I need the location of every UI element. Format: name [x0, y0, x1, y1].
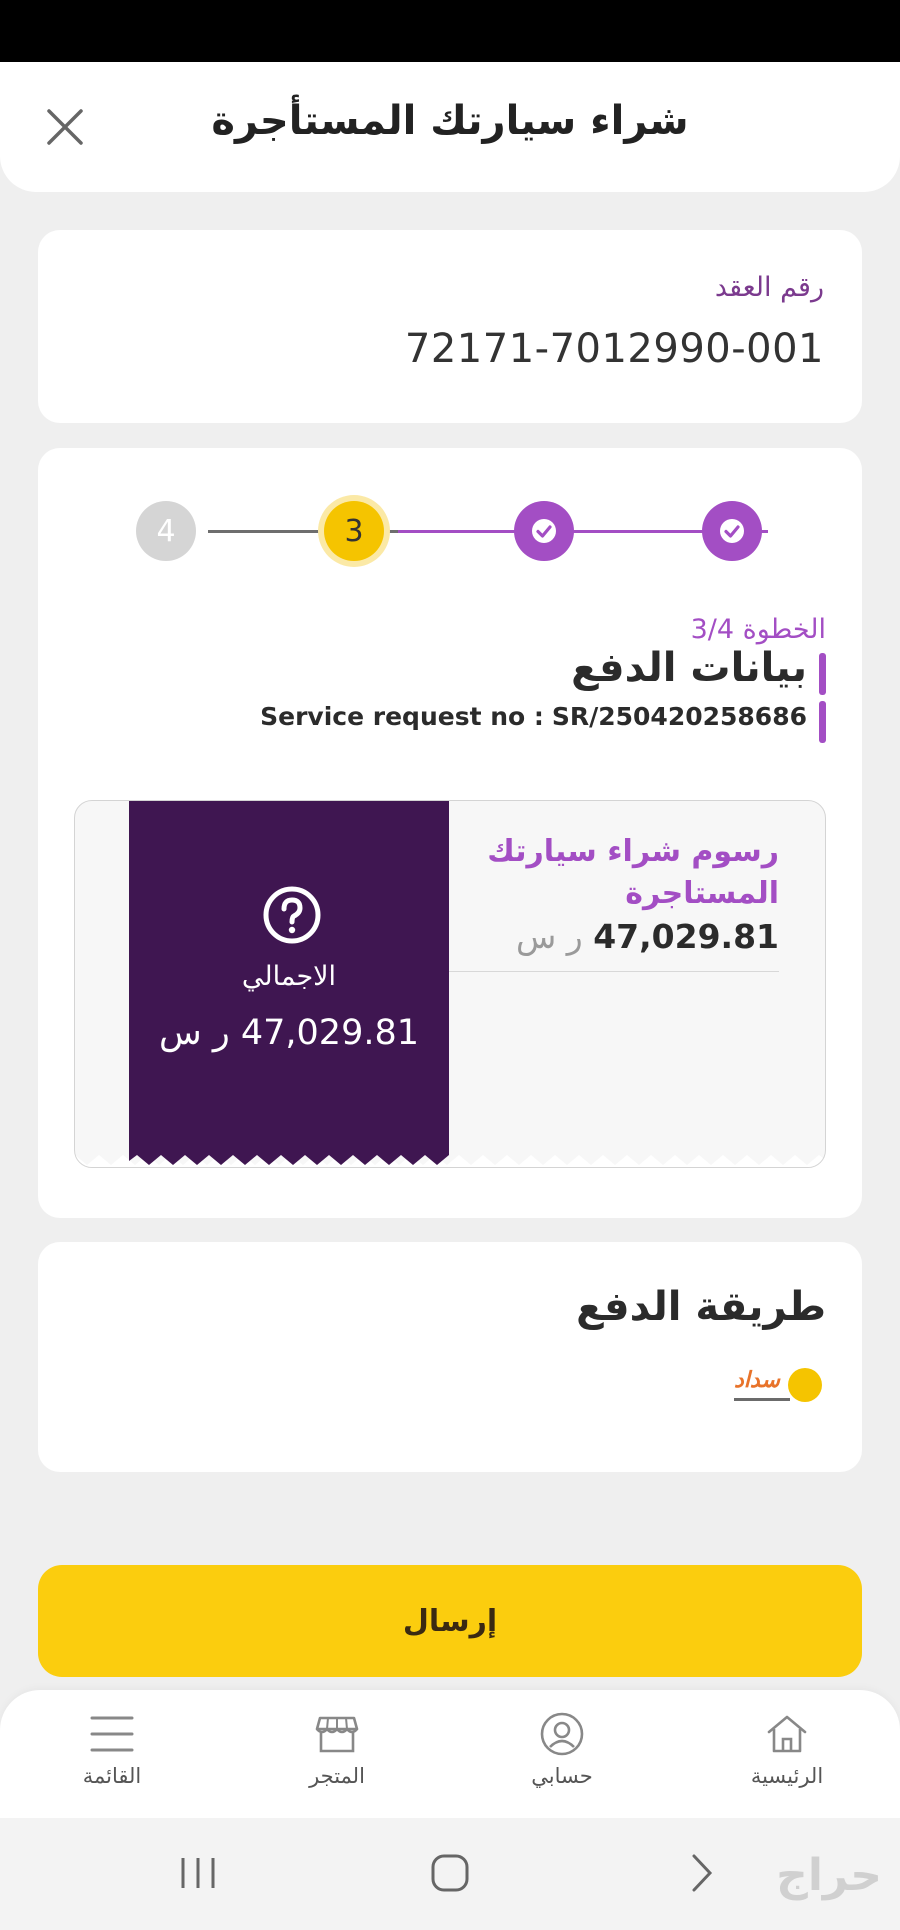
service-request-line: Service request no : SR/250420258686 [260, 702, 807, 731]
account-icon [540, 1712, 584, 1756]
nav-item-store[interactable]: المتجر [267, 1710, 407, 1806]
fee-title: رسوم شراء سيارتك المستاجرة [487, 834, 779, 911]
payment-method-title: طريقة الدفع [576, 1284, 826, 1330]
receipt-zigzag-edge [75, 1147, 825, 1167]
home-button-icon[interactable] [420, 1848, 480, 1898]
fee-amount-value: 47,029.81 [593, 917, 779, 956]
progress-stepper: 4 3 [38, 448, 862, 588]
check-icon [720, 519, 744, 543]
step-4-label: 4 [156, 513, 176, 549]
status-bar [0, 0, 900, 62]
home-icon [767, 1715, 807, 1753]
step-2-done [514, 501, 574, 561]
sadad-logo-underline [734, 1398, 790, 1401]
service-request-label: Service request no : [260, 702, 544, 731]
check-icon [532, 519, 556, 543]
total-currency: ر س [158, 1013, 230, 1053]
payment-details-card: 4 3 الخطوة 3/4 بيانات الدفع Service requ… [38, 448, 862, 1218]
system-nav-bar: حراج [0, 1818, 900, 1930]
header: شراء سيارتك المستأجرة [0, 62, 900, 192]
contract-card: رقم العقد 72171-7012990-001 [38, 230, 862, 423]
contract-number-value: 72171-7012990-001 [404, 326, 824, 372]
payment-method-card: طريقة الدفع سداد [38, 1242, 862, 1472]
step-3-label: 3 [344, 513, 364, 549]
nav-label-menu: القائمة [82, 1764, 142, 1788]
total-label: الاجمالي [241, 961, 337, 992]
total-amount-value: 47,029.81 [240, 1013, 420, 1053]
page-title: شراء سيارتك المستأجرة [211, 98, 689, 144]
fee-currency: ر س [515, 917, 583, 956]
back-icon[interactable] [672, 1848, 732, 1898]
step-1-done [702, 501, 762, 561]
nav-label-account: حسابي [531, 1764, 593, 1788]
section-accent-bar [819, 653, 826, 695]
recent-apps-icon[interactable] [168, 1848, 228, 1898]
store-icon [315, 1716, 359, 1753]
fee-amount: 47,029.81 ر س [516, 917, 779, 956]
watermark: حراج [776, 1850, 882, 1901]
nav-item-menu[interactable]: القائمة [42, 1710, 182, 1806]
nav-label-store: المتجر [309, 1764, 365, 1788]
step-4: 4 [136, 501, 196, 561]
section-title: بيانات الدفع [571, 645, 807, 691]
nav-item-home[interactable]: الرئيسية [717, 1710, 857, 1806]
fee-divider [449, 971, 779, 972]
nav-item-account[interactable]: حسابي [492, 1710, 632, 1806]
step-caption: الخطوة 3/4 [690, 614, 826, 645]
step-3-current: 3 [324, 501, 384, 561]
submit-button[interactable]: إرسال [38, 1565, 862, 1677]
section-accent-bar [819, 701, 826, 743]
contract-number-label: رقم العقد [714, 272, 824, 303]
bottom-nav: الرئيسية حسابي المتجر القائمة [0, 1690, 900, 1818]
total-amount: 47,029.81 ر س [129, 1013, 449, 1053]
question-circle-icon[interactable] [262, 885, 322, 945]
service-request-value: SR/250420258686 [551, 702, 807, 731]
menu-icon [90, 1716, 134, 1752]
nav-label-home: الرئيسية [750, 1764, 824, 1788]
sadad-logo[interactable]: سداد [734, 1368, 780, 1393]
fee-receipt: الاجمالي 47,029.81 ر س رسوم شراء سيارتك … [74, 800, 826, 1168]
sadad-radio[interactable] [788, 1368, 822, 1402]
